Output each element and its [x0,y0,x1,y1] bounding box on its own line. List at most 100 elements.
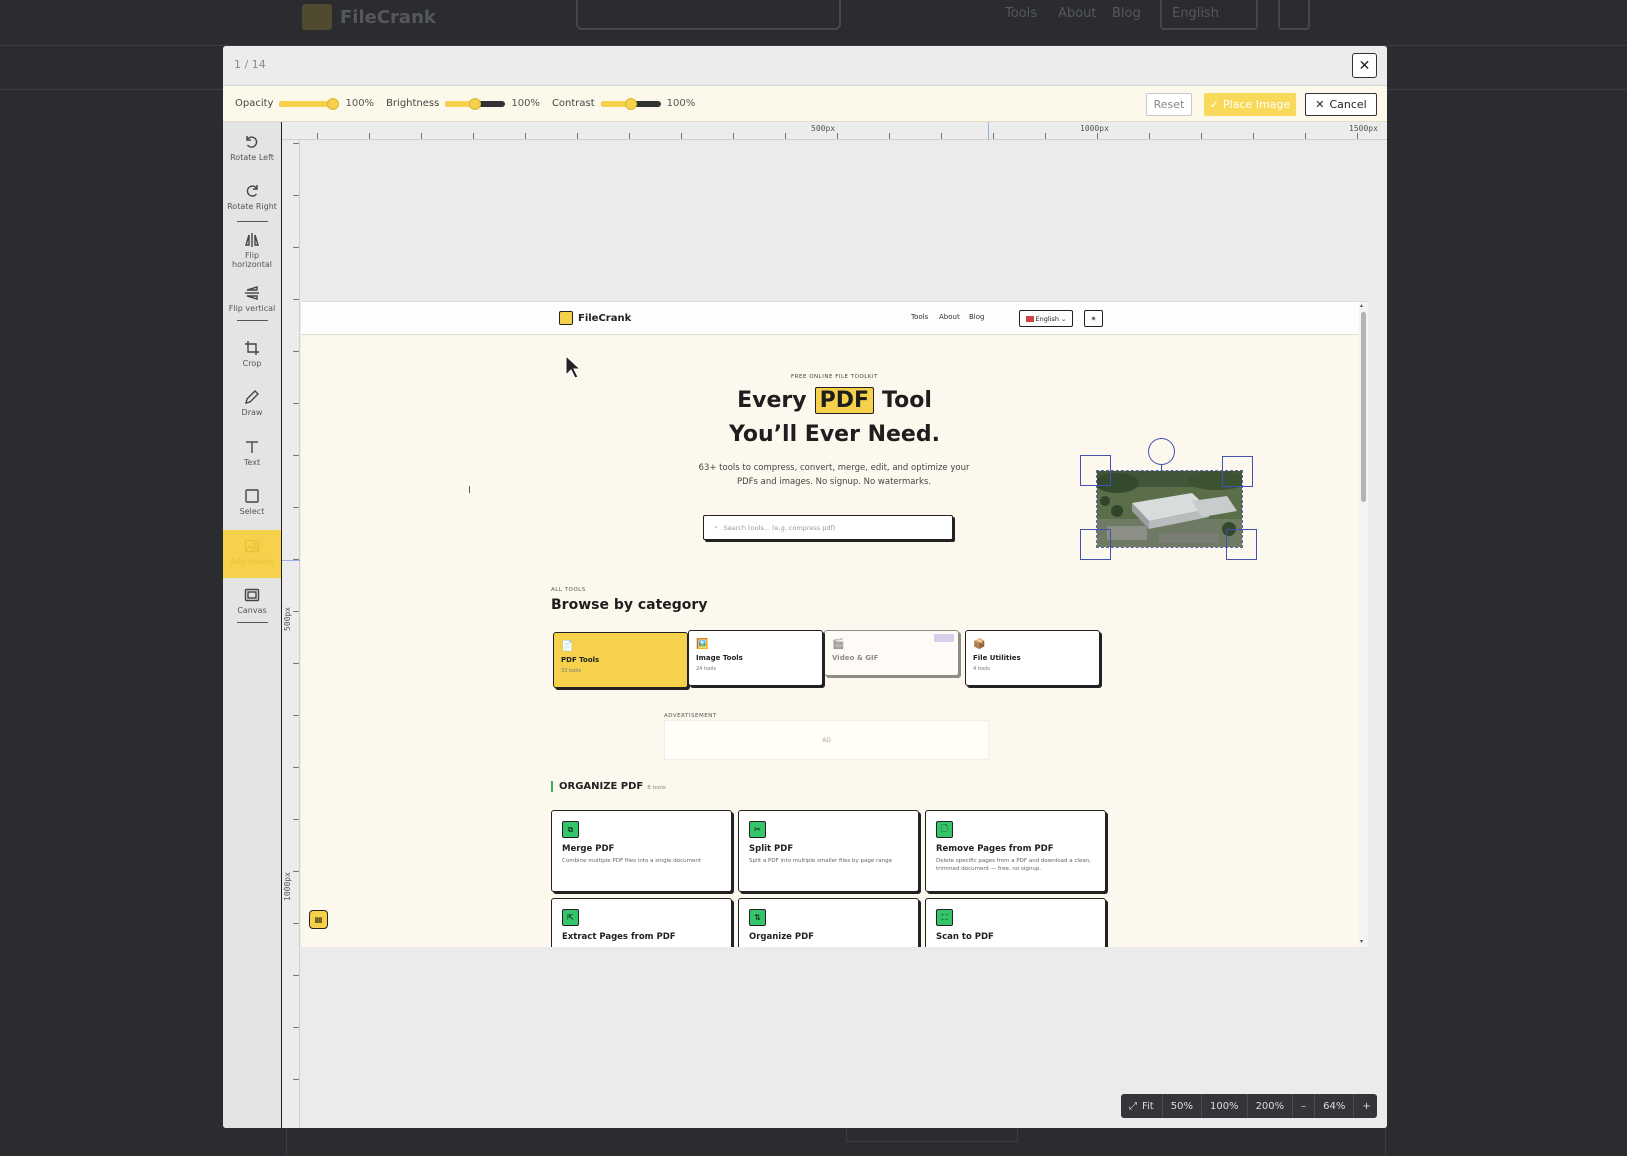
page-logo: FileCrank [559,311,631,325]
background-footer-tab [846,1126,1018,1142]
expand-icon: ⤢ [1129,1100,1137,1112]
ruler-tick [1253,133,1254,139]
vertical-ruler: 500px 1000px [282,140,300,1128]
tool-label: Text [243,458,261,467]
chat-icon: ▤ [309,910,328,929]
page-logo-text: FileCrank [578,312,632,324]
ruler-tick [293,195,299,196]
tool-card-name: Organize PDF [749,932,814,942]
hero-subtitle: 63+ tools to compress, convert, merge, e… [674,461,994,489]
tool-flip-vertical[interactable]: Flip vertical [223,285,281,313]
tool-canvas[interactable]: Canvas [223,587,281,615]
tool-draw[interactable]: Draw [223,389,281,417]
hero-subtitle-line: 63+ tools to compress, convert, merge, e… [698,463,970,473]
page-nav-about: About [939,313,960,321]
ruler-tick [1357,133,1358,139]
ruler-label: 1000px [1080,124,1109,133]
ruler-tick [293,299,299,300]
page-theme-toggle: ✷ [1084,310,1103,327]
brightness-label: Brightness [386,98,440,109]
tool-card-remove-pages: 🗋 Remove Pages from PDF Delete specific … [925,810,1106,892]
background-header: FileCrank Tools About Blog English [0,0,1627,46]
brightness-slider[interactable] [445,97,506,110]
tool-add-image[interactable]: Add image [223,530,281,578]
zoom-fit-button[interactable]: ⤢ Fit [1121,1094,1163,1118]
opacity-slider-knob[interactable] [327,97,340,110]
ruler-tick [889,133,890,139]
tool-card-name: Merge PDF [562,844,615,854]
tool-rotate-right[interactable]: Rotate Right [223,183,281,211]
resize-handle-bottom-right[interactable] [1226,529,1257,560]
ruler-tick [293,975,299,976]
ruler-cursor-marker [988,122,989,140]
category-card-file: 📦 File Utilities 4 tools [965,630,1100,686]
background-language: English [1160,0,1258,30]
ruler-tick [293,507,299,508]
ruler-tick [733,133,734,139]
contrast-slider[interactable] [600,97,661,110]
brightness-slider-knob[interactable] [469,97,482,110]
rotate-handle[interactable] [1148,438,1175,465]
ruler-tick [837,133,838,139]
contrast-slider-knob[interactable] [624,97,637,110]
tool-label: Canvas [237,606,267,615]
ruler-tick [293,663,299,664]
ruler-tick [785,133,786,139]
sun-icon: ✷ [1090,314,1097,323]
hero-title-line1: Every PDF Tool [301,387,1368,414]
adjustment-bar: Opacity 100% Brightness 100% Contrast 10… [223,86,1387,122]
chevron-down-icon: ⌄ [1061,314,1067,323]
tool-flip-horizontal[interactable]: Flip horizontal [223,232,281,269]
tool-card-organize: ⇅ Organize PDF [738,898,919,947]
tool-label: Crop [242,359,262,368]
tool-card-name: Split PDF [749,844,794,854]
resize-handle-top-right[interactable] [1222,456,1253,487]
tool-label: Flip vertical [228,304,276,313]
background-nav-about: About [1058,6,1097,21]
ruler-tick [941,133,942,139]
zoom-50-button[interactable]: 50% [1163,1094,1202,1118]
resize-handle-top-left[interactable] [1080,455,1111,486]
tool-card-name: Remove Pages from PDF [936,844,1054,854]
extract-icon: ⇱ [562,909,579,926]
horizontal-ruler: 500px 1000px 1500px [282,122,1387,140]
ad-label: ADVERTISEMENT [664,713,717,719]
reset-button[interactable]: Reset [1146,93,1192,116]
placed-image[interactable] [1096,470,1243,548]
ruler-tick [293,767,299,768]
category-card-image: 🖼️ Image Tools 24 tools [688,630,823,686]
ruler-tick [293,559,299,560]
image-icon [244,539,260,553]
scan-icon: ⛶ [936,909,953,926]
tool-select[interactable]: Select [223,488,281,516]
category-name: Image Tools [696,654,743,662]
hero-highlight: PDF [814,387,875,414]
zoom-out-button[interactable]: – [1293,1094,1316,1118]
category-card-pdf: 📄 PDF Tools 33 tools [553,632,688,688]
ruler-label: 1500px [1349,124,1378,133]
category-count: 24 tools [696,666,717,672]
rotate-left-icon [246,136,258,148]
ruler-tick [681,133,682,139]
zoom-200-button[interactable]: 200% [1248,1094,1294,1118]
place-image-button[interactable]: ✓ Place Image [1204,93,1296,116]
cancel-button[interactable]: ✕ Cancel [1305,93,1377,116]
ruler-tick [293,715,299,716]
select-icon [245,489,259,503]
page-nav-tools: Tools [911,313,929,321]
resize-handle-bottom-left[interactable] [1080,529,1111,560]
page-header: FileCrank Tools About Blog English ⌄ ✷ [301,302,1368,335]
tool-crop[interactable]: Crop [223,340,281,368]
cancel-label: Cancel [1329,98,1367,111]
tool-text[interactable]: Text [223,439,281,467]
tool-rotate-left[interactable]: Rotate Left [223,134,281,162]
opacity-slider[interactable] [279,97,340,110]
tool-label: Add image [230,557,274,566]
zoom-100-button[interactable]: 100% [1202,1094,1248,1118]
brightness-control: Brightness 100% [386,97,540,110]
tool-label: Draw [241,408,263,417]
close-button[interactable]: ✕ [1352,53,1377,78]
zoom-in-button[interactable]: + [1354,1094,1378,1118]
opacity-label: Opacity [235,98,274,109]
ruler-label: 1000px [283,872,292,901]
